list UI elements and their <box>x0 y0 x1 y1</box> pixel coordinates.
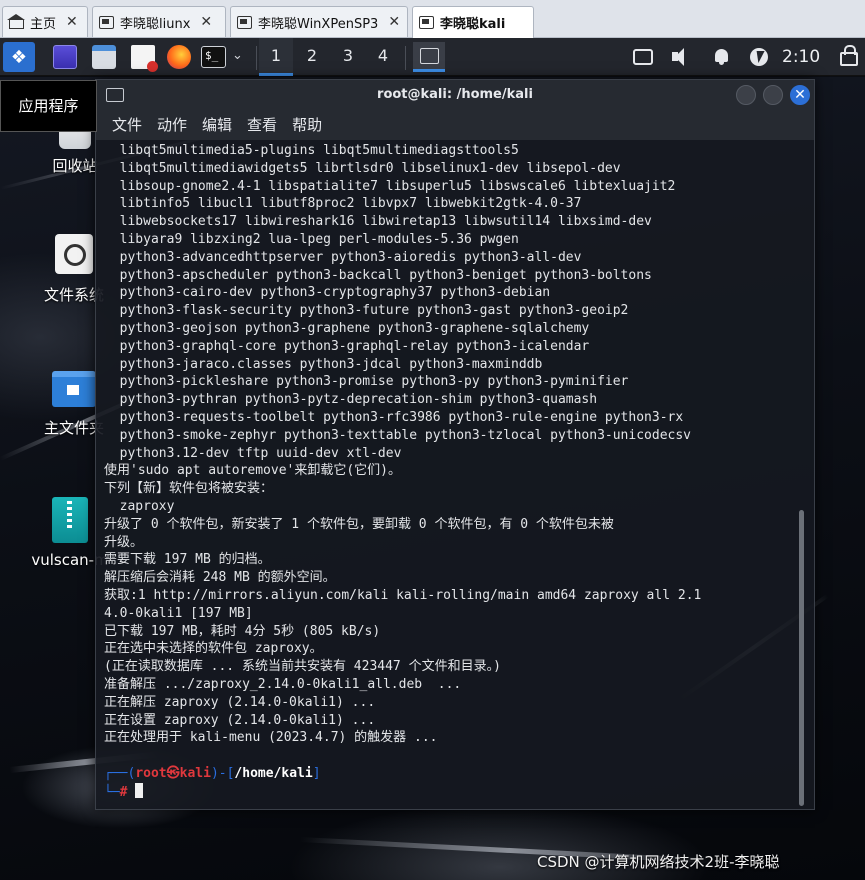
panel-separator <box>256 46 257 70</box>
close-icon[interactable]: ✕ <box>388 14 400 30</box>
panel-separator <box>405 46 406 70</box>
menu-actions[interactable]: 动作 <box>157 110 187 140</box>
window-title: root@kali: /home/kali <box>377 87 533 102</box>
prompt-frame: ┌──( <box>104 765 136 781</box>
shell-prompt-line-2[interactable]: └─# <box>104 782 794 802</box>
vm-icon <box>99 15 114 29</box>
close-icon: ✕ <box>794 87 806 103</box>
prompt-path: /home/kali <box>234 765 313 781</box>
terminal-output-area[interactable]: libqt5multimedia5-plugins libqt5multimed… <box>104 142 794 807</box>
minimize-button[interactable] <box>736 85 756 105</box>
prompt-user-host: root㉿kali <box>135 765 211 781</box>
top-panel: ❖ $_ ⌄ 1 2 3 4 2:10 <box>0 38 865 76</box>
tab-label: 李晓聪WinXPenSP3 <box>258 16 379 32</box>
kali-dragon-icon: ❖ <box>10 46 28 68</box>
tab-label: 主页 <box>30 16 57 32</box>
terminal-titlebar[interactable]: root@kali: /home/kali ✕ <box>96 80 814 110</box>
vm-tab-kali[interactable]: 李晓聪kali <box>412 6 534 38</box>
taskbar-terminal-window[interactable] <box>413 42 445 72</box>
csdn-watermark: CSDN @计算机网络技术2班-李晓聪 <box>537 853 780 871</box>
prompt-frame: ] <box>312 765 321 781</box>
terminal-menubar: 文件 动作 编辑 查看 帮助 <box>96 110 814 140</box>
close-button[interactable]: ✕ <box>790 85 810 105</box>
tab-label: 李晓聪kali <box>440 17 506 32</box>
file-manager-icon[interactable] <box>92 45 116 69</box>
firefox-icon[interactable] <box>167 45 191 69</box>
workspace-3[interactable]: 3 <box>331 38 365 76</box>
kali-menu-button[interactable]: ❖ <box>3 42 35 72</box>
vm-tab-home[interactable]: 主页 ✕ <box>2 6 88 37</box>
vm-tab-strip: 主页 ✕ 李晓聪liunx ✕ 李晓聪WinXPenSP3 ✕ 李晓聪kali <box>0 0 865 38</box>
vm-icon <box>237 15 252 29</box>
notification-bell-icon[interactable] <box>712 47 732 67</box>
terminal-window[interactable]: root@kali: /home/kali ✕ 文件 动作 编辑 查看 帮助 l… <box>95 79 815 810</box>
applications-tooltip: 应用程序 <box>0 80 97 132</box>
archive-icon <box>52 497 88 543</box>
chevron-down-icon[interactable]: ⌄ <box>232 48 243 63</box>
text-cursor <box>135 782 144 798</box>
menu-file[interactable]: 文件 <box>112 110 142 140</box>
prompt-frame: └─ <box>104 784 120 800</box>
home-folder-icon <box>52 371 96 407</box>
vm-icon <box>419 16 434 29</box>
tab-label: 李晓聪liunx <box>120 16 191 32</box>
workspace-2[interactable]: 2 <box>295 38 329 76</box>
terminal-scrollbar[interactable] <box>799 510 804 806</box>
vm-tab-liunx[interactable]: 李晓聪liunx ✕ <box>92 6 226 37</box>
volume-icon[interactable] <box>672 47 692 67</box>
terminal-output: libqt5multimedia5-plugins libqt5multimed… <box>104 143 702 746</box>
menu-edit[interactable]: 编辑 <box>202 110 232 140</box>
maximize-button[interactable] <box>763 85 783 105</box>
lock-screen-icon[interactable] <box>840 45 858 66</box>
menu-help[interactable]: 帮助 <box>292 110 322 140</box>
show-desktop-icon[interactable] <box>53 45 77 69</box>
prompt-hash: # <box>119 784 128 800</box>
vm-tab-winxp[interactable]: 李晓聪WinXPenSP3 ✕ <box>230 6 408 37</box>
home-icon <box>7 13 25 29</box>
workspace-4[interactable]: 4 <box>366 38 400 76</box>
shell-prompt-line-1: ┌──(root㉿kali)-[/home/kali] <box>104 765 794 783</box>
terminal-icon[interactable]: $_ <box>201 46 226 68</box>
text-editor-icon[interactable] <box>131 45 158 72</box>
close-icon[interactable]: ✕ <box>200 14 212 30</box>
prompt-frame: )-[ <box>210 765 235 781</box>
workspace-1[interactable]: 1 <box>259 38 293 76</box>
menu-view[interactable]: 查看 <box>247 110 277 140</box>
drive-icon <box>55 234 93 274</box>
network-icon[interactable] <box>633 49 653 65</box>
close-icon[interactable]: ✕ <box>66 14 78 30</box>
panel-clock[interactable]: 2:10 <box>782 38 820 76</box>
power-manager-icon[interactable] <box>750 48 768 66</box>
